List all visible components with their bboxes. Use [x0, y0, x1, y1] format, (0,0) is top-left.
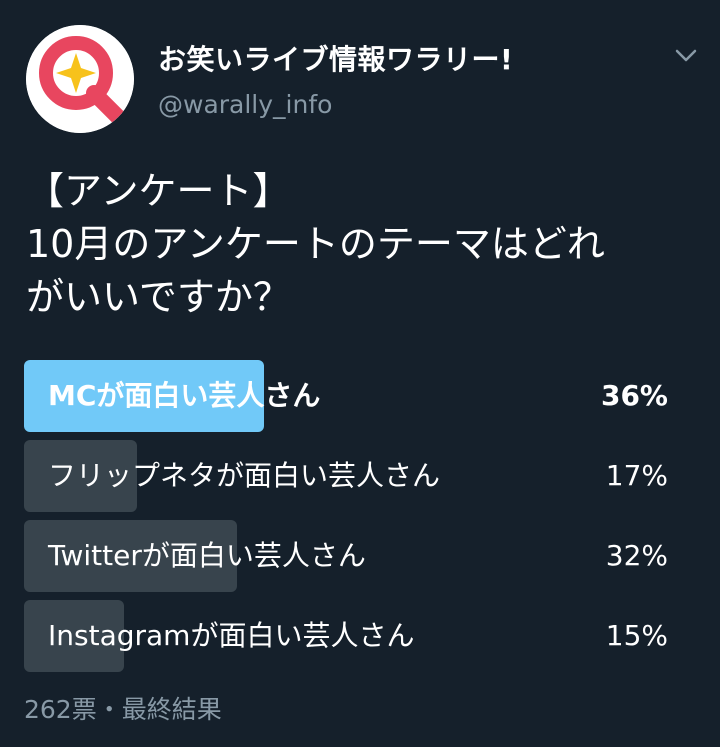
poll-option-percent: 17% — [605, 459, 668, 492]
poll-option-percent: 15% — [605, 619, 668, 652]
poll: MCが面白い芸人さん 36% フリップネタが面白い芸人さん 17% Twitterが面白… — [24, 360, 684, 680]
poll-option[interactable]: MCが面白い芸人さん 36% — [24, 360, 684, 432]
poll-option-label: フリップネタが面白い芸人さん — [48, 459, 441, 492]
poll-option[interactable]: Instagramが面白い芸人さん 15% — [24, 600, 684, 672]
tweet-text-line: 10月のアンケートのテーマはどれ — [26, 222, 605, 266]
poll-option-label: MCが面白い芸人さん — [48, 379, 321, 412]
warally-logo-icon — [26, 25, 134, 133]
poll-option[interactable]: Twitterが面白い芸人さん 32% — [24, 520, 684, 592]
tweet-text-line: がいいですか？ — [26, 275, 291, 319]
poll-option-percent: 32% — [605, 539, 668, 572]
account-handle[interactable]: @warally_info — [158, 90, 332, 119]
poll-option-percent: 36% — [600, 379, 668, 412]
poll-footer: 262票・最終結果 — [24, 695, 222, 724]
chevron-down-icon[interactable] — [672, 44, 700, 66]
tweet-text-line: 【アンケート】 — [26, 169, 291, 213]
poll-option-label: Twitterが面白い芸人さん — [48, 539, 366, 572]
poll-option-label: Instagramが面白い芸人さん — [48, 619, 415, 652]
tweet-text: 【アンケート】 10月のアンケートのテーマはどれ がいいですか？ — [26, 165, 706, 324]
display-name[interactable]: お笑いライブ情報ワラリー! — [158, 38, 513, 78]
avatar[interactable] — [26, 25, 134, 133]
poll-option[interactable]: フリップネタが面白い芸人さん 17% — [24, 440, 684, 512]
